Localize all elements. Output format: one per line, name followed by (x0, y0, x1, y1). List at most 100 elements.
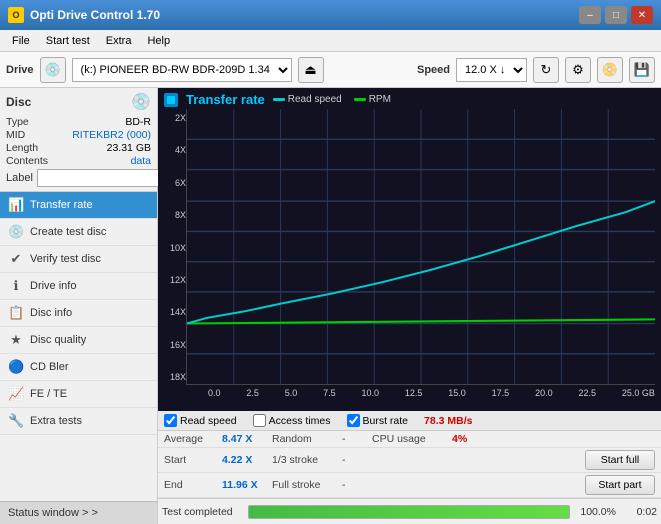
nav-label-cd-bler: CD Bler (30, 361, 69, 373)
x-axis: 0.0 2.5 5.0 7.5 10.0 12.5 15.0 17.5 20.0… (186, 387, 655, 398)
app-title: Opti Drive Control 1.70 (30, 8, 160, 22)
minimize-button[interactable]: – (579, 6, 601, 24)
menu-file[interactable]: File (4, 33, 38, 49)
random-value: - (342, 433, 372, 445)
menu-bar: File Start test Extra Help (0, 30, 661, 52)
one-third-label: 1/3 stroke (272, 454, 342, 466)
toolbar: Drive 💿 (k:) PIONEER BD-RW BDR-209D 1.34… (0, 52, 661, 88)
nav-label-drive-info: Drive info (30, 280, 76, 292)
nav-label-disc-quality: Disc quality (30, 334, 86, 346)
extra-tests-icon: 🔧 (8, 413, 24, 429)
chart-inner (186, 109, 655, 385)
stats-row-end: End 11.96 X Full stroke - Start part (158, 473, 661, 498)
checkbox-burst-rate[interactable]: Burst rate (347, 414, 409, 427)
nav-item-cd-bler[interactable]: 🔵 CD Bler (0, 354, 157, 381)
app-icon: O (8, 7, 24, 23)
full-stroke-label: Full stroke (272, 479, 342, 491)
nav-item-extra-tests[interactable]: 🔧 Extra tests (0, 408, 157, 435)
stats-row-average: Average 8.47 X Random - CPU usage 4% (158, 431, 661, 448)
disc-section-icon: 💿 (131, 92, 151, 112)
nav-label-verify-test-disc: Verify test disc (30, 253, 101, 265)
disc-action-button[interactable]: 📀 (597, 57, 623, 83)
disc-label-key: Label (6, 172, 33, 184)
checkbox-read-speed-label: Read speed (180, 415, 237, 427)
checkboxes-row: Read speed Access times Burst rate 78.3 … (158, 411, 661, 431)
right-panel: Transfer rate Read speed RPM 18X 16X (158, 88, 661, 524)
disc-section: Disc 💿 Type BD-R MID RITEKBR2 (000) Leng… (0, 88, 157, 192)
checkbox-access-times-label: Access times (269, 415, 331, 427)
checkbox-read-speed[interactable]: Read speed (164, 414, 237, 427)
nav-item-drive-info[interactable]: ℹ Drive info (0, 273, 157, 300)
nav-label-create-test-disc: Create test disc (30, 226, 106, 238)
refresh-button[interactable]: ↻ (533, 57, 559, 83)
disc-mid-label: MID (6, 129, 25, 141)
save-button[interactable]: 💾 (629, 57, 655, 83)
close-button[interactable]: ✕ (631, 6, 653, 24)
main-layout: Disc 💿 Type BD-R MID RITEKBR2 (000) Leng… (0, 88, 661, 524)
nav-section: 📊 Transfer rate 💿 Create test disc ✔ Ver… (0, 192, 157, 501)
drive-info-icon: ℹ (8, 278, 24, 294)
y-axis: 18X 16X 14X 12X 10X 8X 6X 4X 2X (164, 109, 186, 398)
nav-item-disc-quality[interactable]: ★ Disc quality (0, 327, 157, 354)
menu-help[interactable]: Help (139, 33, 178, 49)
disc-mid-value: RITEKBR2 (000) (72, 129, 151, 141)
status-window-button[interactable]: Status window > > (0, 501, 157, 524)
fe-te-icon: 📈 (8, 386, 24, 402)
burst-rate-value: 78.3 MB/s (424, 415, 472, 427)
sidebar: Disc 💿 Type BD-R MID RITEKBR2 (000) Leng… (0, 88, 158, 524)
nav-item-transfer-rate[interactable]: 📊 Transfer rate (0, 192, 157, 219)
maximize-button[interactable]: □ (605, 6, 627, 24)
progress-bar-fill (249, 506, 569, 518)
menu-start-test[interactable]: Start test (38, 33, 98, 49)
disc-contents-label: Contents (6, 155, 48, 167)
disc-label-input[interactable] (37, 169, 175, 187)
chart-wrap: 18X 16X 14X 12X 10X 8X 6X 4X 2X (164, 109, 655, 398)
nav-item-create-test-disc[interactable]: 💿 Create test disc (0, 219, 157, 246)
start-label: Start (164, 454, 222, 466)
stats-row-start: Start 4.22 X 1/3 stroke - Start full (158, 448, 661, 473)
status-bar: Test completed 100.0% 0:02 (158, 498, 661, 524)
drive-label: Drive (6, 64, 34, 76)
checkbox-read-speed-input[interactable] (164, 414, 177, 427)
legend-read-speed: Read speed (273, 94, 342, 105)
nav-item-fe-te[interactable]: 📈 FE / TE (0, 381, 157, 408)
legend-rpm: RPM (354, 94, 391, 105)
progress-text: 100.0% (576, 506, 616, 518)
nav-label-fe-te: FE / TE (30, 388, 67, 400)
status-text: Test completed (162, 506, 242, 518)
verify-test-disc-icon: ✔ (8, 251, 24, 267)
nav-item-verify-test-disc[interactable]: ✔ Verify test disc (0, 246, 157, 273)
disc-quality-icon: ★ (8, 332, 24, 348)
average-value: 8.47 X (222, 433, 272, 445)
nav-label-disc-info: Disc info (30, 307, 72, 319)
full-stroke-value: - (342, 479, 372, 491)
start-part-button[interactable]: Start part (585, 475, 655, 495)
chart-svg (187, 109, 655, 384)
cd-bler-icon: 🔵 (8, 359, 24, 375)
menu-extra[interactable]: Extra (98, 33, 140, 49)
checkbox-burst-rate-input[interactable] (347, 414, 360, 427)
speed-select[interactable]: 12.0 X ↓ Max X 4.0 X 8.0 X (456, 58, 527, 82)
legend-read-speed-label: Read speed (288, 94, 342, 105)
cpu-usage-label: CPU usage (372, 433, 452, 445)
drive-icon-btn[interactable]: 💿 (40, 57, 66, 83)
checkbox-access-times[interactable]: Access times (253, 414, 331, 427)
settings-button[interactable]: ⚙ (565, 57, 591, 83)
one-third-value: - (342, 454, 372, 466)
chart-container: Transfer rate Read speed RPM 18X 16X (158, 88, 661, 411)
title-bar: O Opti Drive Control 1.70 – □ ✕ (0, 0, 661, 30)
end-value: 11.96 X (222, 479, 272, 491)
chart-title: Transfer rate (186, 92, 265, 107)
drive-select[interactable]: (k:) PIONEER BD-RW BDR-209D 1.34 (72, 58, 292, 82)
nav-item-disc-info[interactable]: 📋 Disc info (0, 300, 157, 327)
create-test-disc-icon: 💿 (8, 224, 24, 240)
disc-contents-value: data (131, 155, 151, 167)
start-value: 4.22 X (222, 454, 272, 466)
end-label: End (164, 479, 222, 491)
nav-label-extra-tests: Extra tests (30, 415, 82, 427)
chart-legend: Read speed RPM (273, 94, 391, 105)
disc-length-label: Length (6, 142, 38, 154)
eject-button[interactable]: ⏏ (298, 57, 324, 83)
checkbox-access-times-input[interactable] (253, 414, 266, 427)
start-full-button[interactable]: Start full (585, 450, 655, 470)
